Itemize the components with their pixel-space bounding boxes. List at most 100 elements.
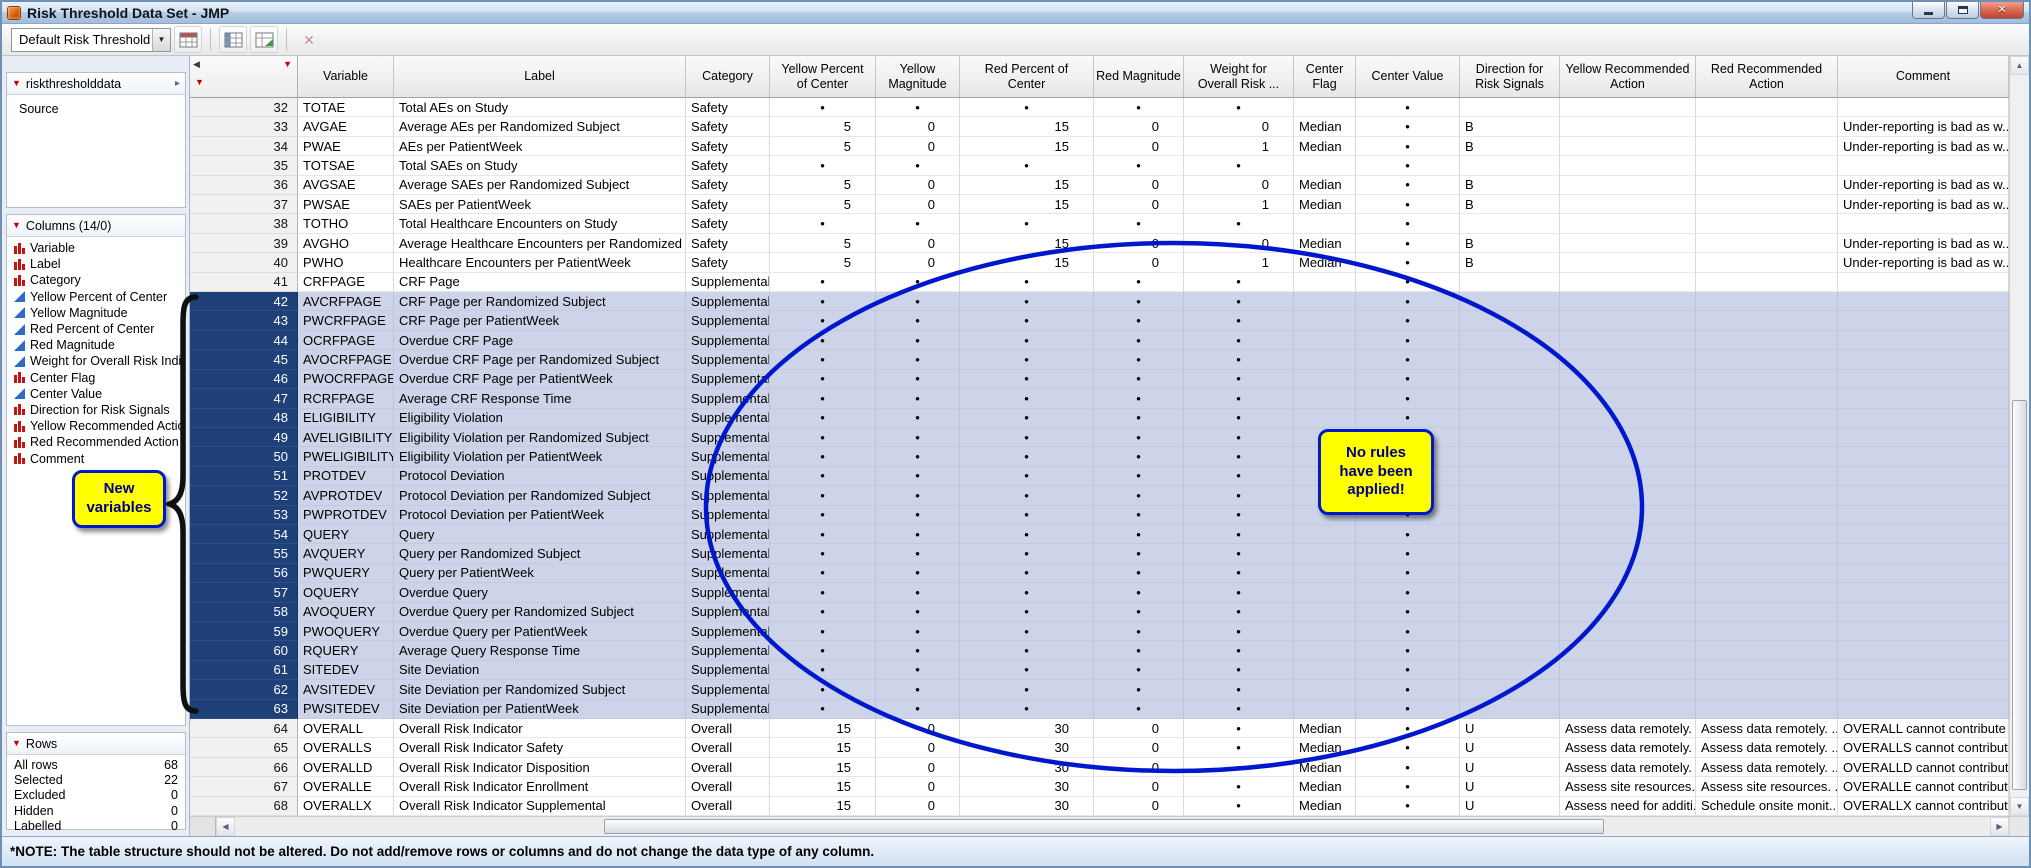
cell-center-flag[interactable]	[1294, 214, 1356, 233]
row-number[interactable]: 59	[190, 622, 298, 641]
cell-category[interactable]: Overall	[686, 738, 770, 757]
cell-red-action[interactable]	[1696, 680, 1838, 699]
cell-weight[interactable]: •	[1184, 409, 1294, 428]
cell-center-flag[interactable]	[1294, 409, 1356, 428]
cell-yellow-magnitude[interactable]: •	[876, 409, 960, 428]
cell-variable[interactable]: OVERALLD	[298, 758, 394, 777]
cell-red-magnitude[interactable]: •	[1094, 273, 1184, 292]
row-number[interactable]: 40	[190, 253, 298, 272]
cell-red-magnitude[interactable]: •	[1094, 370, 1184, 389]
cell-yellow-magnitude[interactable]: •	[876, 603, 960, 622]
cell-label[interactable]: Average SAEs per Randomized Subject	[394, 176, 686, 195]
cell-yellow-action[interactable]	[1560, 525, 1696, 544]
cell-red-action[interactable]	[1696, 98, 1838, 117]
row-number[interactable]: 32	[190, 98, 298, 117]
cell-category[interactable]: Supplemental	[686, 311, 770, 330]
cell-center-value[interactable]: •	[1356, 758, 1460, 777]
cell-yellow-action[interactable]	[1560, 389, 1696, 408]
cell-red-action[interactable]: Assess data remotely. ...	[1696, 719, 1838, 738]
cell-red-magnitude[interactable]: •	[1094, 603, 1184, 622]
row-number[interactable]: 48	[190, 409, 298, 428]
cell-center-value[interactable]: •	[1356, 389, 1460, 408]
cell-weight[interactable]: •	[1184, 292, 1294, 311]
cell-label[interactable]: Overall Risk Indicator	[394, 719, 686, 738]
cell-center-value[interactable]: •	[1356, 409, 1460, 428]
cell-yellow-action[interactable]	[1560, 253, 1696, 272]
row-number[interactable]: 66	[190, 758, 298, 777]
cell-yellow-action[interactable]	[1560, 117, 1696, 136]
cell-center-flag[interactable]	[1294, 389, 1356, 408]
cell-variable[interactable]: PWSITEDEV	[298, 700, 394, 719]
cell-yellow-magnitude[interactable]: 0	[876, 176, 960, 195]
column-header-category[interactable]: Category	[686, 56, 770, 97]
cell-yellow-action[interactable]	[1560, 447, 1696, 466]
row-number[interactable]: 34	[190, 137, 298, 156]
cell-label[interactable]: Overall Risk Indicator Disposition	[394, 758, 686, 777]
cell-yellow-action[interactable]	[1560, 292, 1696, 311]
cell-yellow-magnitude[interactable]: •	[876, 486, 960, 505]
cell-center-value[interactable]: •	[1356, 700, 1460, 719]
cell-yellow-percent[interactable]: •	[770, 389, 876, 408]
cell-yellow-magnitude[interactable]: 0	[876, 253, 960, 272]
cell-variable[interactable]: PROTDEV	[298, 467, 394, 486]
cell-center-flag[interactable]	[1294, 292, 1356, 311]
cell-red-magnitude[interactable]: •	[1094, 486, 1184, 505]
cell-variable[interactable]: AVQUERY	[298, 544, 394, 563]
column-header-weight[interactable]: Weight for Overall Risk ...	[1184, 56, 1294, 97]
column-item[interactable]: Yellow Percent of Center	[7, 289, 185, 305]
cell-center-value[interactable]: •	[1356, 292, 1460, 311]
cell-red-action[interactable]	[1696, 370, 1838, 389]
cell-label[interactable]: Query per PatientWeek	[394, 564, 686, 583]
cell-label[interactable]: SAEs per PatientWeek	[394, 195, 686, 214]
cell-weight[interactable]: •	[1184, 797, 1294, 816]
cell-category[interactable]: Safety	[686, 98, 770, 117]
cell-red-magnitude[interactable]: •	[1094, 98, 1184, 117]
row-number[interactable]: 61	[190, 661, 298, 680]
cell-comment[interactable]	[1838, 214, 2009, 233]
cell-center-flag[interactable]	[1294, 506, 1356, 525]
cell-yellow-magnitude[interactable]: •	[876, 214, 960, 233]
cell-direction[interactable]: B	[1460, 117, 1560, 136]
cell-red-action[interactable]: Assess data remotely. ...	[1696, 758, 1838, 777]
row-number[interactable]: 56	[190, 564, 298, 583]
cell-variable[interactable]: AVELIGIBILITY	[298, 428, 394, 447]
cell-yellow-action[interactable]	[1560, 234, 1696, 253]
cell-center-flag[interactable]	[1294, 622, 1356, 641]
cell-yellow-percent[interactable]: •	[770, 409, 876, 428]
cell-label[interactable]: CRF Page per PatientWeek	[394, 311, 686, 330]
cell-red-percent[interactable]: 30	[960, 777, 1094, 796]
cell-weight[interactable]: •	[1184, 758, 1294, 777]
cell-red-percent[interactable]: •	[960, 331, 1094, 350]
cell-yellow-percent[interactable]: •	[770, 331, 876, 350]
cell-comment[interactable]	[1838, 486, 2009, 505]
cell-direction[interactable]	[1460, 292, 1560, 311]
cell-comment[interactable]	[1838, 680, 2009, 699]
cell-yellow-action[interactable]: Assess need for additi...	[1560, 797, 1696, 816]
row-number[interactable]: 68	[190, 797, 298, 816]
cell-yellow-action[interactable]	[1560, 661, 1696, 680]
cell-comment[interactable]	[1838, 700, 2009, 719]
cell-center-value[interactable]: •	[1356, 622, 1460, 641]
column-header-comment[interactable]: Comment	[1838, 56, 2009, 97]
row-number[interactable]: 37	[190, 195, 298, 214]
cell-center-value[interactable]: •	[1356, 253, 1460, 272]
vertical-scroll-thumb[interactable]	[2012, 400, 2027, 790]
cell-red-magnitude[interactable]: 0	[1094, 137, 1184, 156]
cell-yellow-magnitude[interactable]: •	[876, 700, 960, 719]
cell-yellow-percent[interactable]: •	[770, 311, 876, 330]
cell-yellow-magnitude[interactable]: •	[876, 447, 960, 466]
cell-comment[interactable]	[1838, 409, 2009, 428]
cell-center-value[interactable]: •	[1356, 156, 1460, 175]
cell-center-value[interactable]: •	[1356, 525, 1460, 544]
row-number[interactable]: 64	[190, 719, 298, 738]
cell-comment[interactable]	[1838, 311, 2009, 330]
cell-yellow-percent[interactable]: 15	[770, 758, 876, 777]
rows-stat[interactable]: Excluded0	[7, 788, 185, 803]
cell-center-flag[interactable]	[1294, 486, 1356, 505]
cell-label[interactable]: Site Deviation	[394, 661, 686, 680]
cell-yellow-magnitude[interactable]: •	[876, 350, 960, 369]
cell-variable[interactable]: PWHO	[298, 253, 394, 272]
cell-yellow-percent[interactable]: •	[770, 622, 876, 641]
table-variable-source[interactable]: Source	[7, 100, 185, 117]
cell-yellow-percent[interactable]: •	[770, 467, 876, 486]
